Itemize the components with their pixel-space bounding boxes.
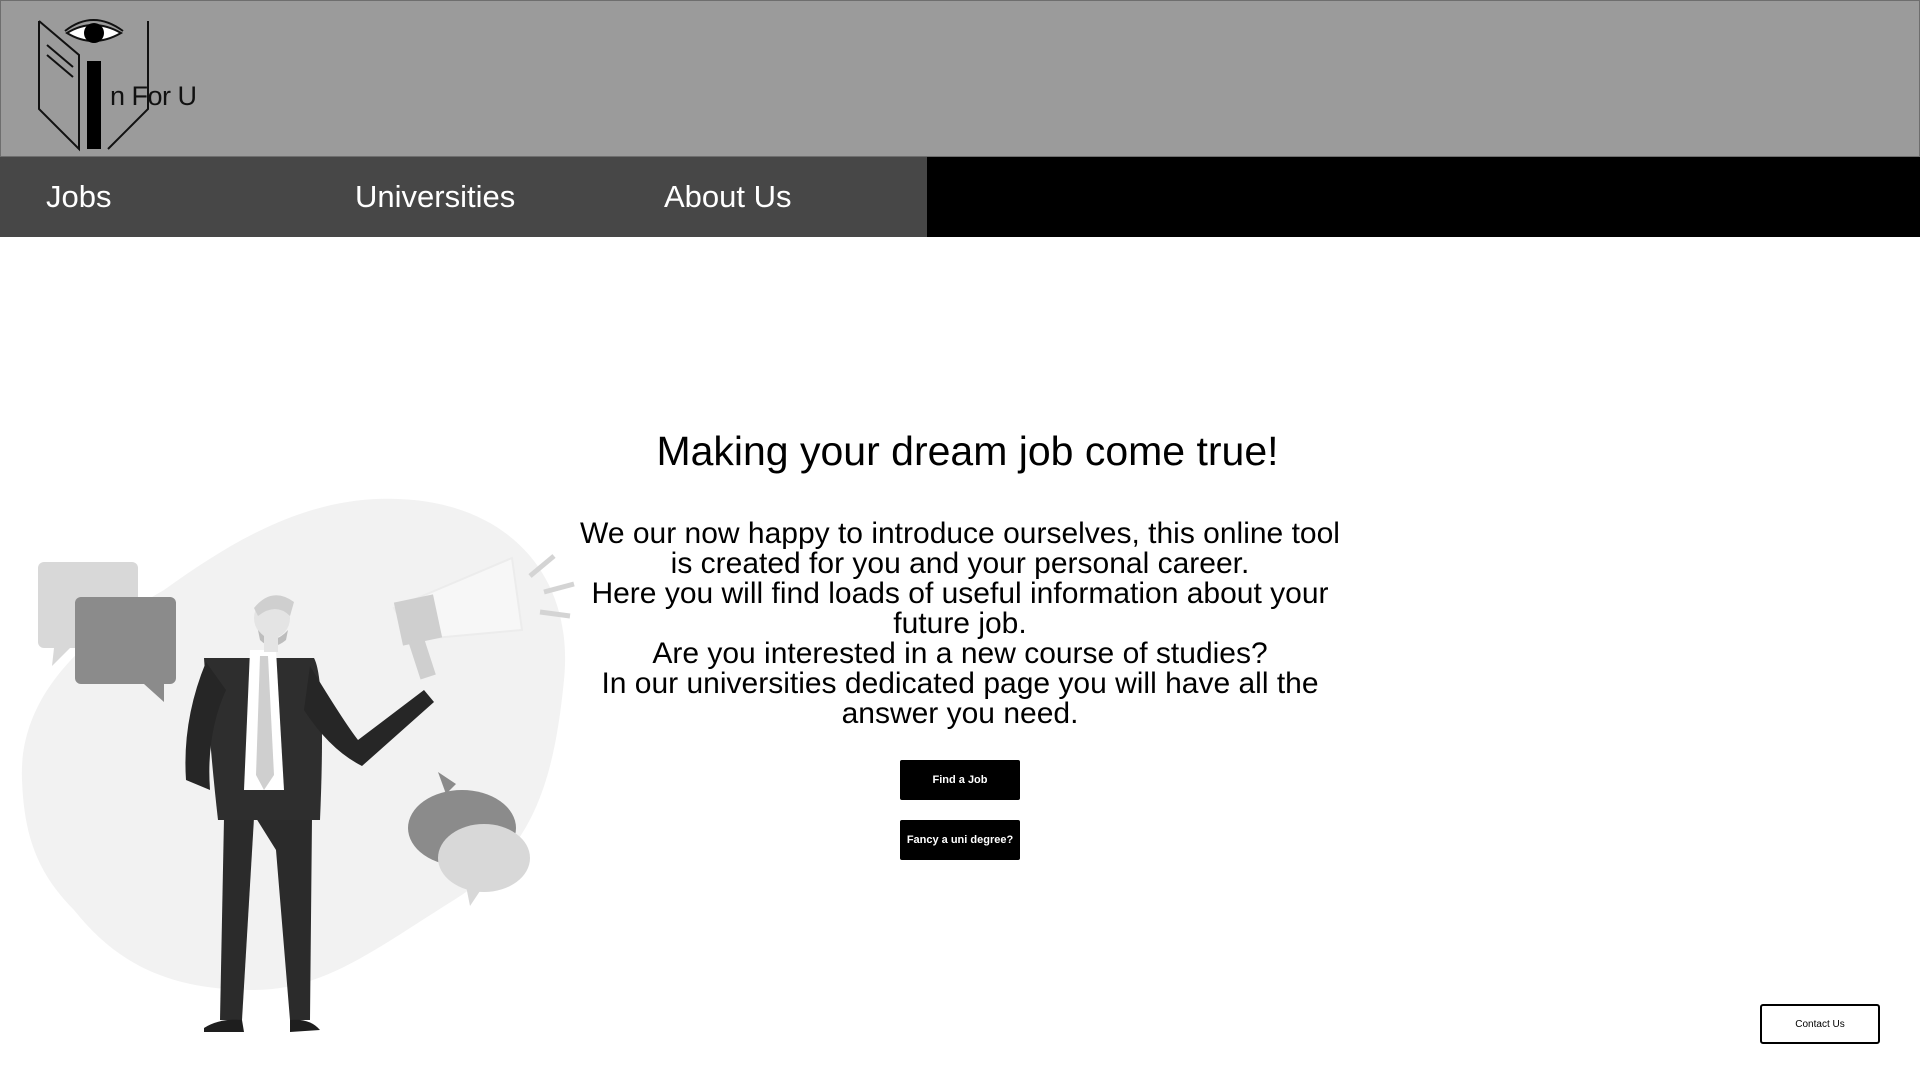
hero-description-line: answer you need. [841, 697, 1079, 730]
hero-description-line: is created for you and your personal car… [670, 547, 1250, 580]
find-job-button[interactable]: Find a Job [900, 760, 1020, 800]
logo-text: n For U [110, 81, 197, 111]
nav-links-panel: Jobs Universities About Us [0, 157, 927, 237]
hero-description-line: Are you interested in a new course of st… [652, 637, 1268, 670]
hero-illustration [14, 490, 584, 1050]
site-header: n For U [0, 0, 1920, 157]
nav-item-jobs[interactable]: Jobs [46, 157, 111, 237]
logo[interactable]: n For U [37, 15, 207, 153]
main-navigation: Jobs Universities About Us [0, 157, 1920, 237]
hero-description-line: future job. [893, 607, 1027, 640]
nav-item-about-us[interactable]: About Us [664, 157, 792, 237]
nav-item-universities[interactable]: Universities [355, 157, 515, 237]
hero-description-line: We our now happy to introduce ourselves,… [580, 517, 1340, 550]
hero-description: We our now happy to introduce ourselves,… [570, 519, 1350, 729]
hero-description-line: In our universities dedicated page you w… [601, 667, 1319, 700]
hero-title: Making your dream job come true! [656, 428, 1279, 474]
hero-description-line: Here you will find loads of useful infor… [591, 577, 1329, 610]
uni-degree-button[interactable]: Fancy a uni degree? [900, 820, 1020, 860]
contact-us-button[interactable]: Contact Us [1760, 1004, 1880, 1044]
